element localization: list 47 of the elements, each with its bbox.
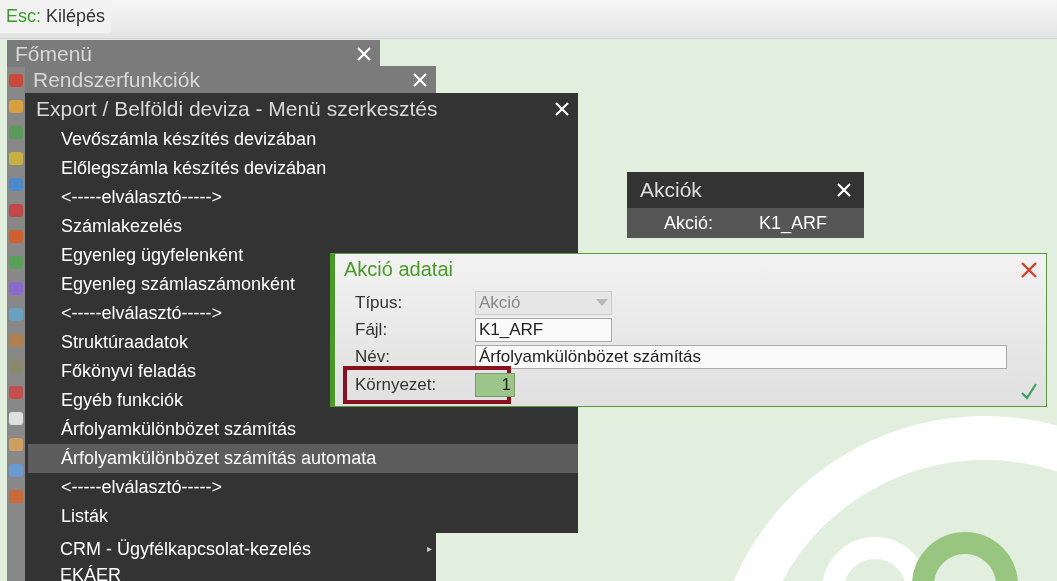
window-title: Export / Belföldi deviza - Menü szerkesztés bbox=[36, 97, 438, 121]
action-value: K1_ARF bbox=[759, 212, 828, 236]
action-label: Akció: bbox=[663, 212, 713, 235]
menu-item[interactable]: Számlakezelés bbox=[28, 212, 578, 241]
app-icon[interactable] bbox=[9, 438, 23, 451]
menu-item-label: CRM - Ügyfélkapcsolat-kezelés bbox=[60, 539, 312, 559]
menu-item[interactable]: <-----elválasztó-----> bbox=[28, 183, 578, 212]
menu-item[interactable]: Listák bbox=[28, 502, 578, 531]
submenu-arrow: ▸ bbox=[427, 542, 432, 556]
app-icon[interactable] bbox=[9, 308, 23, 321]
input-field[interactable]: 1 bbox=[475, 373, 515, 397]
menu-item[interactable]: Vevőszámla készítés devizában bbox=[28, 125, 578, 154]
menu-item[interactable]: Árfolyamkülönbözet számítás bbox=[28, 415, 578, 444]
field-label: Környezet: bbox=[355, 375, 438, 395]
checkmark-icon[interactable] bbox=[1020, 382, 1038, 400]
menu-item[interactable]: CRM - Ügyfélkapcsolat-kezelés ▸ bbox=[25, 536, 436, 562]
field-label: Típus: bbox=[355, 292, 404, 313]
app-icon[interactable] bbox=[9, 178, 23, 191]
caret-icon bbox=[596, 298, 608, 307]
input-field[interactable]: Árfolyamkülönbözet számítás bbox=[475, 344, 1007, 369]
input-field[interactable]: K1_ARF bbox=[475, 317, 612, 342]
menu-item[interactable]: EKÁER bbox=[25, 562, 436, 581]
app-icon[interactable] bbox=[9, 334, 23, 347]
app-icon[interactable] bbox=[9, 230, 23, 243]
field-label: Név: bbox=[355, 346, 391, 367]
app-icon[interactable] bbox=[9, 74, 23, 87]
app-icon[interactable] bbox=[9, 412, 23, 425]
app-icon[interactable] bbox=[9, 152, 23, 165]
app-icon[interactable] bbox=[9, 490, 23, 503]
app-icon[interactable] bbox=[9, 464, 23, 477]
app-icon[interactable] bbox=[9, 386, 23, 399]
app-icon[interactable] bbox=[9, 100, 23, 113]
menu-item[interactable]: Árfolyamkülönbözet számítás automata bbox=[28, 444, 578, 473]
dialog-title: Akció adatai bbox=[344, 258, 453, 281]
menu-item[interactable]: <-----elválasztó-----> bbox=[28, 473, 578, 502]
window-title: Akciók bbox=[640, 178, 702, 202]
app-icon[interactable] bbox=[9, 360, 23, 373]
exit-button[interactable]: Esc: Kilépés bbox=[0, 0, 112, 33]
app-icon[interactable] bbox=[9, 126, 23, 139]
menu-item[interactable]: Előlegszámla készítés devizában bbox=[28, 154, 578, 183]
app-icon[interactable] bbox=[9, 256, 23, 269]
app-icon[interactable] bbox=[9, 282, 23, 295]
app-icon[interactable] bbox=[9, 204, 23, 217]
window-title: Főmenü bbox=[15, 41, 93, 66]
menu-item-label: EKÁER bbox=[60, 565, 122, 581]
field-label: Fájl: bbox=[355, 319, 389, 340]
window-title: Rendszerfunkciók bbox=[33, 67, 200, 92]
